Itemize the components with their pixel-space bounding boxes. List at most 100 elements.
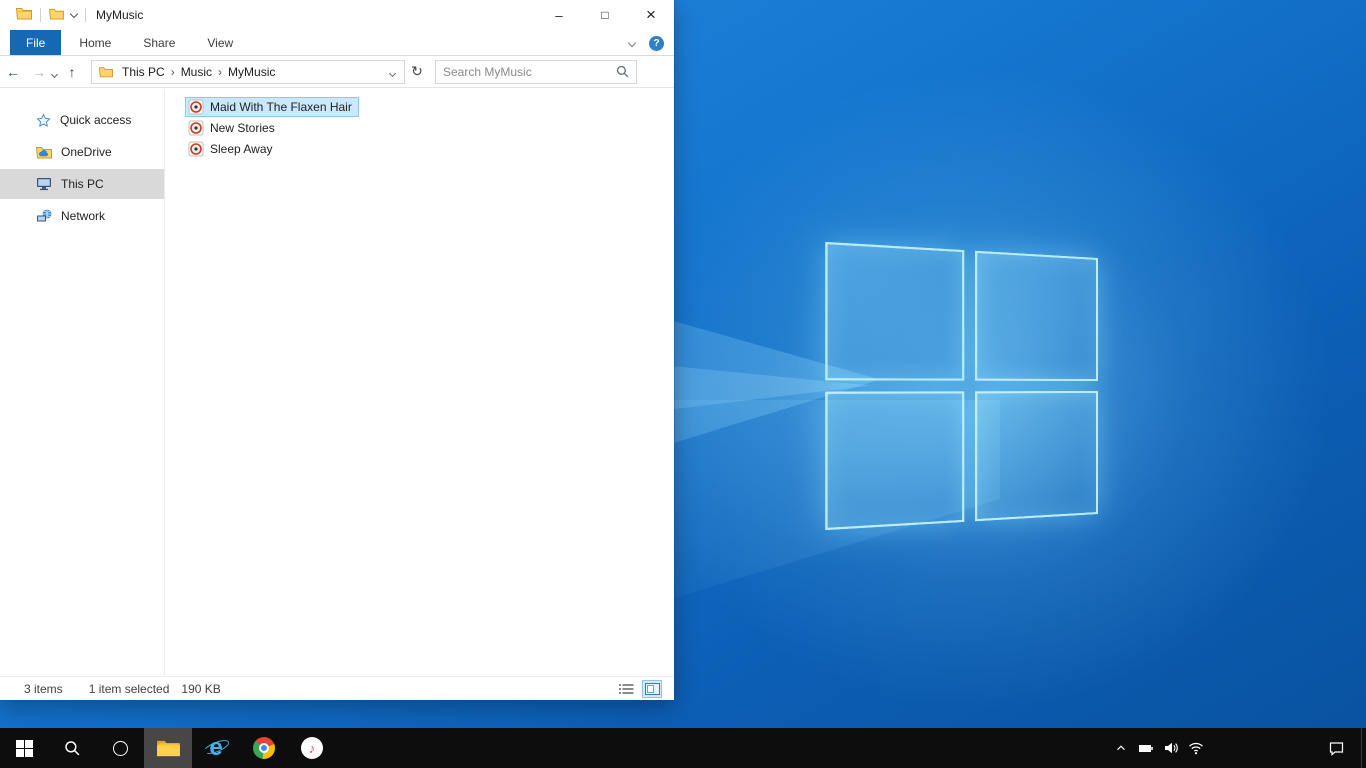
chevron-up-icon (1117, 745, 1125, 751)
windows-logo (825, 241, 1098, 531)
internet-explorer-icon: e (202, 735, 231, 761)
sidebar-item-label: OneDrive (61, 145, 112, 159)
file-row-maid-with-the-flaxen-hair[interactable]: Maid With The Flaxen Hair (185, 97, 359, 117)
selection-count: 1 item selected (88, 681, 170, 696)
taskbar-search-button[interactable] (48, 728, 96, 768)
forward-button: → (32, 63, 46, 80)
explorer-main: Quick access OneDrive This PC Network Ma… (0, 89, 674, 676)
close-button[interactable]: × (628, 0, 674, 30)
taskbar-file-explorer[interactable] (144, 728, 192, 768)
expand-ribbon-chevron-icon[interactable] (627, 38, 637, 48)
tab-home[interactable]: Home (65, 30, 125, 55)
address-bar[interactable]: This PC › Music › MyMusic (91, 59, 405, 84)
windows-logo-pane (825, 241, 965, 381)
sidebar-item-label: Quick access (60, 113, 132, 127)
ribbon-tab-bar: File Home Share View ? (0, 30, 674, 56)
address-folder-icon (99, 66, 113, 78)
quick-access-toolbar: MyMusic (15, 7, 144, 23)
window-controls: – □ × (536, 0, 674, 30)
speaker-icon (1165, 742, 1178, 754)
file-row-new-stories[interactable]: New Stories (185, 118, 282, 138)
taskbar: e ♪ (0, 728, 1366, 768)
details-view-button[interactable] (616, 680, 636, 698)
cortana-button[interactable] (96, 728, 144, 768)
music-file-icon (188, 99, 204, 115)
file-name: Maid With The Flaxen Hair (210, 100, 352, 114)
onedrive-icon (36, 146, 52, 158)
items-count: 3 items (24, 681, 63, 696)
search-icon[interactable] (616, 65, 629, 78)
tab-share[interactable]: Share (129, 30, 189, 55)
volume-tray-icon[interactable] (1162, 739, 1180, 757)
sidebar-item-this-pc[interactable]: This PC (0, 169, 164, 199)
back-button[interactable]: ← (0, 64, 26, 80)
taskbar-itunes[interactable]: ♪ (288, 728, 336, 768)
cortana-icon (112, 740, 128, 756)
windows-logo-pane (825, 391, 965, 531)
window-folder-icon (15, 7, 32, 23)
search-input[interactable] (436, 64, 616, 79)
start-button[interactable] (0, 728, 48, 768)
help-button[interactable]: ? (649, 35, 664, 51)
recent-locations-chevron-icon[interactable] (50, 66, 59, 80)
toolbar-separator (40, 8, 41, 22)
large-icons-view-button[interactable] (642, 679, 662, 698)
sidebar-item-quick-access[interactable]: Quick access (0, 105, 164, 135)
action-center-icon (1329, 741, 1343, 756)
maximize-button[interactable]: □ (582, 0, 628, 30)
breadcrumb-mymusic[interactable]: MyMusic (223, 65, 280, 79)
windows-start-icon (15, 739, 33, 757)
ribbon-right-controls: ? (627, 30, 664, 56)
tab-view[interactable]: View (193, 30, 247, 55)
qat-customize-chevron-icon[interactable] (69, 9, 79, 19)
chrome-icon (253, 737, 275, 759)
battery-tray-icon[interactable] (1137, 739, 1155, 757)
taskbar-chrome[interactable] (240, 728, 288, 768)
breadcrumb-music[interactable]: Music (176, 65, 217, 79)
refresh-button[interactable]: ↻ (405, 63, 429, 80)
system-tray (1112, 728, 1205, 768)
wifi-icon (1189, 742, 1203, 755)
address-bar-row: ← → ↑ This PC › Music › MyMusic ↻ (0, 56, 674, 88)
file-explorer-icon (156, 740, 180, 756)
sidebar-item-label: Network (61, 209, 106, 223)
music-file-icon (188, 141, 204, 157)
show-hidden-icons-chevron[interactable] (1112, 739, 1130, 757)
file-explorer-window: MyMusic – □ × File Home Share View ? ← →… (0, 0, 675, 701)
windows-logo-pane (975, 250, 1098, 381)
star-icon (36, 112, 51, 127)
sidebar-item-network[interactable]: Network (0, 201, 164, 231)
file-row-sleep-away[interactable]: Sleep Away (185, 139, 280, 159)
up-button[interactable]: ↑ (59, 64, 85, 80)
file-name: Sleep Away (210, 142, 273, 156)
address-dropdown-chevron-icon[interactable] (386, 65, 399, 79)
details-view-icon (618, 683, 633, 694)
network-tray-icon[interactable] (1187, 739, 1205, 757)
music-file-icon (188, 120, 204, 136)
qat-folder-icon[interactable] (49, 8, 64, 23)
minimize-button[interactable]: – (536, 0, 582, 30)
sidebar-item-label: This PC (61, 177, 104, 191)
file-list: Maid With The Flaxen Hair New Stories Sl… (165, 89, 674, 676)
breadcrumb-this-pc[interactable]: This PC (117, 65, 170, 79)
toolbar-separator (85, 8, 86, 22)
navigation-pane: Quick access OneDrive This PC Network (0, 89, 165, 676)
show-desktop-button[interactable] (1361, 728, 1366, 768)
action-center-button[interactable] (1322, 728, 1350, 768)
network-icon (37, 209, 52, 222)
windows-logo-pane (975, 391, 1098, 522)
itunes-icon: ♪ (301, 737, 323, 759)
tab-file[interactable]: File (10, 30, 62, 55)
selection-size: 190 KB (181, 681, 221, 696)
status-bar: 3 items 1 item selected 190 KB (0, 676, 674, 700)
battery-icon (1139, 745, 1153, 752)
this-pc-icon (37, 178, 51, 191)
taskbar-internet-explorer[interactable]: e (192, 728, 240, 768)
file-name: New Stories (210, 121, 275, 135)
search-icon (64, 740, 79, 755)
window-title: MyMusic (96, 8, 144, 22)
search-box (435, 59, 637, 84)
view-toggle-buttons (616, 679, 662, 698)
title-bar: MyMusic – □ × (0, 0, 674, 30)
sidebar-item-onedrive[interactable]: OneDrive (0, 137, 164, 167)
